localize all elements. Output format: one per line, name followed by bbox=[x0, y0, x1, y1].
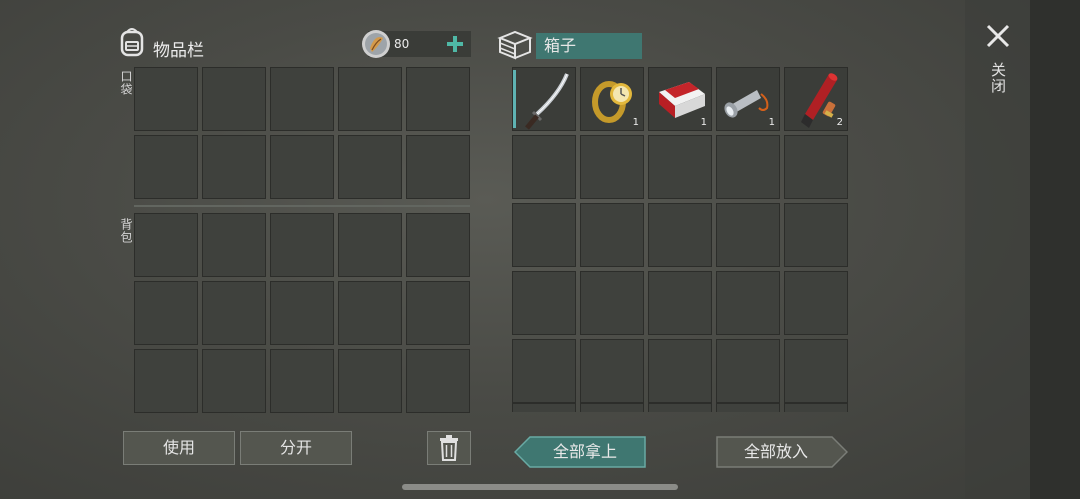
box-slot[interactable] bbox=[648, 135, 712, 199]
pocket-slot[interactable] bbox=[270, 67, 334, 131]
pocket-slot[interactable] bbox=[202, 135, 266, 199]
plus-icon bbox=[447, 36, 463, 52]
box-slot[interactable] bbox=[784, 203, 848, 267]
box-slot[interactable] bbox=[580, 403, 644, 412]
delete-button[interactable] bbox=[427, 431, 471, 465]
box-icon bbox=[497, 28, 533, 64]
backpack-slot[interactable] bbox=[134, 213, 198, 277]
box-slot[interactable] bbox=[580, 271, 644, 335]
backpack-slot[interactable] bbox=[270, 349, 334, 413]
katana-icon bbox=[525, 73, 569, 130]
pocket-label: 口袋 bbox=[119, 70, 133, 96]
backpack-slot[interactable] bbox=[134, 349, 198, 413]
backpack-slot[interactable] bbox=[406, 349, 470, 413]
pocket-slot[interactable] bbox=[134, 67, 198, 131]
backpack-slot[interactable] bbox=[406, 281, 470, 345]
box-slot[interactable] bbox=[512, 271, 576, 335]
box-slot[interactable] bbox=[716, 135, 780, 199]
split-button[interactable]: 分开 bbox=[240, 431, 352, 465]
box-slot[interactable] bbox=[580, 135, 644, 199]
inventory-title: 物品栏 bbox=[153, 41, 204, 61]
pocket-slot[interactable] bbox=[338, 67, 402, 131]
box-grid[interactable]: 1 1 1 2 bbox=[512, 67, 849, 412]
put-all-button[interactable]: 全部放入 bbox=[716, 436, 848, 468]
close-icon bbox=[986, 24, 1010, 48]
box-title: 箱子 bbox=[536, 33, 642, 59]
pocket-slot[interactable] bbox=[338, 135, 402, 199]
item-slot-katana[interactable] bbox=[512, 67, 576, 131]
pocket-slot[interactable] bbox=[406, 67, 470, 131]
pocket-slot[interactable] bbox=[134, 135, 198, 199]
put-all-label: 全部放入 bbox=[743, 442, 808, 461]
box-slot[interactable] bbox=[512, 339, 576, 403]
box-slot[interactable] bbox=[784, 339, 848, 403]
box-slot[interactable] bbox=[580, 203, 644, 267]
home-indicator-bar bbox=[402, 484, 678, 490]
backpack-icon bbox=[117, 26, 147, 62]
use-button[interactable]: 使用 bbox=[123, 431, 235, 465]
backpack-slot[interactable] bbox=[406, 213, 470, 277]
box-slot[interactable] bbox=[716, 203, 780, 267]
close-button[interactable] bbox=[984, 22, 1012, 50]
box-slot[interactable] bbox=[784, 271, 848, 335]
backpack-label: 背包 bbox=[119, 218, 133, 244]
item-count: 2 bbox=[836, 117, 843, 128]
backpack-slot[interactable] bbox=[202, 349, 266, 413]
box-slot[interactable] bbox=[648, 203, 712, 267]
box-slot[interactable] bbox=[512, 203, 576, 267]
edge-strip bbox=[1030, 0, 1080, 499]
item-slot-cigarette-pack[interactable]: 1 bbox=[648, 67, 712, 131]
add-coins-button[interactable] bbox=[444, 31, 466, 57]
item-slot-flare-and-shells[interactable]: 2 bbox=[784, 67, 848, 131]
take-all-button[interactable]: 全部拿上 bbox=[514, 436, 646, 468]
item-count: 1 bbox=[632, 117, 639, 128]
pocket-slot[interactable] bbox=[202, 67, 266, 131]
section-divider bbox=[134, 205, 470, 207]
item-slot-gold-watch[interactable]: 1 bbox=[580, 67, 644, 131]
backpack-slot[interactable] bbox=[202, 281, 266, 345]
box-slot[interactable] bbox=[716, 339, 780, 403]
item-count: 1 bbox=[700, 117, 707, 128]
item-count: 1 bbox=[768, 117, 775, 128]
pocket-slot[interactable] bbox=[406, 135, 470, 199]
backpack-slot[interactable] bbox=[338, 213, 402, 277]
box-slot[interactable] bbox=[648, 339, 712, 403]
box-slot[interactable] bbox=[716, 271, 780, 335]
trash-icon bbox=[440, 435, 458, 461]
coin-amount: 80 bbox=[394, 37, 410, 51]
backpack-slot[interactable] bbox=[202, 213, 266, 277]
coin-icon bbox=[361, 28, 391, 64]
backpack-slot[interactable] bbox=[270, 281, 334, 345]
box-slot[interactable] bbox=[580, 339, 644, 403]
selected-indicator bbox=[513, 70, 516, 128]
box-slot[interactable] bbox=[512, 403, 576, 412]
item-slot-flashlight[interactable]: 1 bbox=[716, 67, 780, 131]
box-slot[interactable] bbox=[784, 135, 848, 199]
backpack-slot[interactable] bbox=[338, 281, 402, 345]
backpack-slot[interactable] bbox=[338, 349, 402, 413]
backpack-slot[interactable] bbox=[134, 281, 198, 345]
close-label[interactable]: 关闭 bbox=[988, 62, 1009, 94]
box-slot[interactable] bbox=[716, 403, 780, 412]
pocket-slot[interactable] bbox=[270, 135, 334, 199]
box-slot[interactable] bbox=[648, 403, 712, 412]
box-slot[interactable] bbox=[648, 271, 712, 335]
box-slot[interactable] bbox=[784, 403, 848, 412]
take-all-label: 全部拿上 bbox=[552, 442, 617, 461]
box-slot[interactable] bbox=[512, 135, 576, 199]
backpack-slot[interactable] bbox=[270, 213, 334, 277]
